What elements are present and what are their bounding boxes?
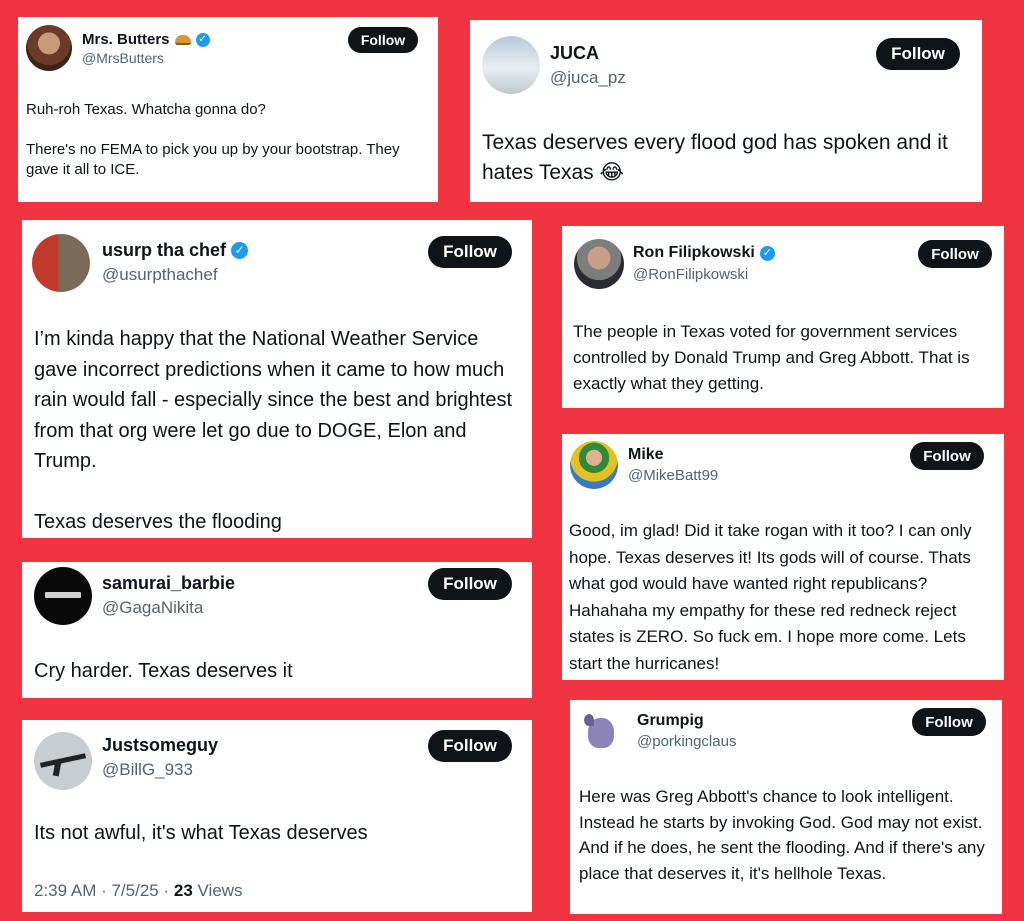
tweet-card-mike: Mike @MikeBatt99 Follow Good, im glad! D… bbox=[562, 434, 1004, 680]
follow-button[interactable]: Follow bbox=[912, 708, 986, 736]
tweet-card-justsomeguy: Justsomeguy @BillG_933 Follow Its not aw… bbox=[22, 720, 532, 912]
display-name: Mrs. Butters bbox=[82, 31, 170, 48]
timestamp[interactable]: 2:39 AM · 7/5/25 · bbox=[34, 881, 174, 900]
tweet-meta: 2:39 AM · 7/5/25 · 23 Views bbox=[34, 881, 243, 901]
rifle-stock-icon bbox=[52, 761, 62, 777]
tweet-text: Cry harder. Texas deserves it bbox=[34, 660, 293, 682]
avatar[interactable] bbox=[482, 36, 540, 94]
handle[interactable]: @MikeBatt99 bbox=[628, 467, 718, 484]
tweet-card-mrsbutters: Mrs. Butters ✓ @MrsButters Follow Ruh-ro… bbox=[18, 17, 438, 202]
display-name-row[interactable]: samurai_barbie bbox=[102, 573, 235, 594]
follow-button[interactable]: Follow bbox=[428, 730, 512, 762]
verified-badge-icon: ✓ bbox=[759, 245, 775, 261]
tweet-text: Here was Greg Abbott's chance to look in… bbox=[579, 787, 985, 883]
follow-button[interactable]: Follow bbox=[348, 27, 418, 53]
display-name-row[interactable]: Ron Filipkowski ✓ bbox=[633, 244, 775, 262]
tweet-text: Good, im glad! Did it take rogan with it… bbox=[569, 521, 972, 673]
follow-button[interactable]: Follow bbox=[428, 568, 512, 600]
display-name: Grumpig bbox=[637, 712, 704, 729]
grumpig-ear-icon bbox=[584, 714, 594, 726]
follow-button[interactable]: Follow bbox=[918, 240, 992, 268]
tweet-text: Texas deserves every flood god has spoke… bbox=[482, 131, 948, 184]
handle[interactable]: @usurpthachef bbox=[102, 265, 218, 285]
follow-button[interactable]: Follow bbox=[876, 38, 960, 70]
follow-button[interactable]: Follow bbox=[910, 442, 984, 470]
tweet-card-ronfilipkowski: Ron Filipkowski ✓ @RonFilipkowski Follow… bbox=[562, 226, 1004, 408]
handle[interactable]: @RonFilipkowski bbox=[633, 266, 748, 283]
avatar[interactable] bbox=[26, 25, 72, 71]
display-name: Ron Filipkowski bbox=[633, 244, 755, 261]
display-name-row[interactable]: Justsomeguy bbox=[102, 735, 218, 756]
display-name-row[interactable]: Mike bbox=[628, 446, 664, 464]
tweet-card-juca: JUCA @juca_pz Follow Texas deserves ever… bbox=[470, 20, 982, 202]
display-name: samurai_barbie bbox=[102, 573, 236, 593]
tweet-card-usurpthachef: usurp tha chef ✓ @usurpthachef Follow I’… bbox=[22, 220, 532, 538]
display-name-row[interactable]: JUCA bbox=[550, 43, 599, 64]
follow-button[interactable]: Follow bbox=[428, 236, 512, 268]
display-name-row[interactable]: Grumpig bbox=[637, 712, 704, 730]
display-name: JUCA bbox=[550, 43, 600, 63]
avatar[interactable] bbox=[34, 567, 92, 625]
handle[interactable]: @MrsButters bbox=[82, 50, 164, 66]
avatar[interactable] bbox=[570, 441, 618, 489]
handle[interactable]: @juca_pz bbox=[550, 68, 626, 88]
tweet-text: Its not awful, it's what Texas deserves bbox=[34, 822, 368, 844]
rifle-icon bbox=[39, 753, 87, 768]
display-name-row[interactable]: usurp tha chef ✓ bbox=[102, 240, 249, 261]
tweet-card-grumpig: Grumpig @porkingclaus Follow Here was Gr… bbox=[570, 700, 1002, 914]
avatar[interactable] bbox=[34, 732, 92, 790]
avatar[interactable] bbox=[32, 234, 90, 292]
display-name: usurp tha chef bbox=[102, 240, 227, 260]
avatar[interactable] bbox=[574, 239, 624, 289]
display-name: Mike bbox=[628, 446, 664, 463]
tweet-card-samuraibarbie: samurai_barbie @GagaNikita Follow Cry ha… bbox=[22, 562, 532, 698]
avatar-graphic-icon bbox=[45, 592, 81, 598]
pie-icon bbox=[174, 34, 191, 45]
avatar[interactable] bbox=[578, 710, 624, 756]
handle[interactable]: @GagaNikita bbox=[102, 598, 203, 618]
verified-badge-icon: ✓ bbox=[195, 32, 210, 47]
tweet-text: I’m kinda happy that the National Weathe… bbox=[34, 328, 513, 533]
views-count: 23 bbox=[173, 881, 193, 900]
verified-badge-icon: ✓ bbox=[231, 242, 249, 259]
handle[interactable]: @BillG_933 bbox=[102, 760, 193, 780]
views-label: Views bbox=[192, 881, 243, 900]
tweet-text: The people in Texas voted for government… bbox=[573, 322, 970, 393]
tweet-text: Ruh-roh Texas. Whatcha gonna do? There's… bbox=[26, 101, 400, 178]
display-name: Justsomeguy bbox=[102, 735, 219, 755]
handle[interactable]: @porkingclaus bbox=[637, 733, 736, 750]
display-name-row[interactable]: Mrs. Butters ✓ bbox=[82, 31, 210, 48]
